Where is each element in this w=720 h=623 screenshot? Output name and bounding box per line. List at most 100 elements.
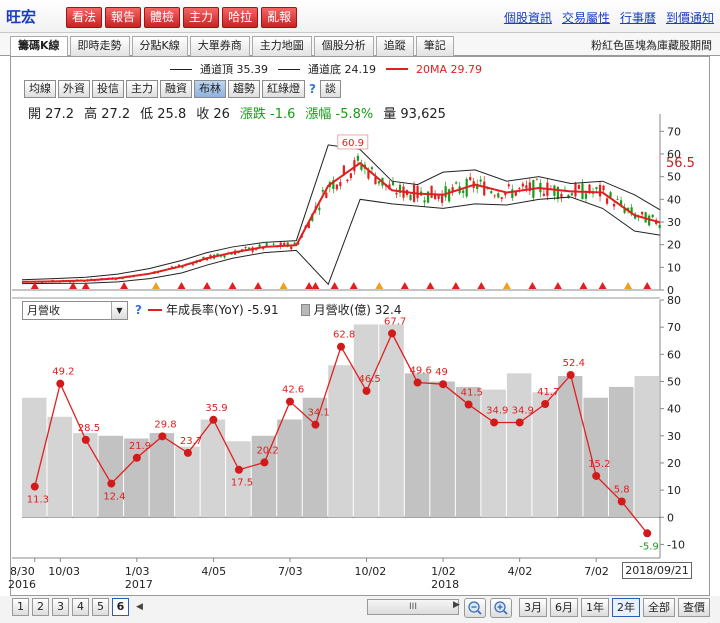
yoy-point — [541, 400, 550, 409]
signal-marker — [311, 282, 320, 289]
candle-body — [651, 214, 654, 218]
signal-marker — [624, 282, 633, 289]
signal-marker — [330, 282, 339, 289]
zoom-out-button[interactable] — [464, 598, 486, 618]
x-tick-label: 1/02 — [431, 565, 456, 578]
yoy-data-label: 28.5 — [78, 423, 100, 434]
candle-body — [293, 242, 296, 245]
candle-body — [518, 187, 521, 189]
lower-y-tick-label: 40 — [667, 403, 681, 416]
lower-legend: ? 年成長率(YoY) -5.91 月營收(億) 32.4 — [133, 301, 402, 318]
candle-body — [584, 193, 588, 199]
signal-marker — [203, 282, 212, 289]
upper-y-tick-label: 10 — [667, 261, 681, 274]
candle-body — [342, 165, 345, 175]
candle-body — [577, 185, 581, 189]
page-1-button[interactable]: 1 — [12, 598, 29, 616]
scroll-left-icon[interactable]: ◀ — [136, 602, 143, 612]
candle-body — [542, 193, 545, 196]
page-4-button[interactable]: 4 — [72, 598, 89, 616]
page-6-button[interactable]: 6 — [112, 598, 129, 616]
candle-body — [595, 187, 598, 189]
period-all-button[interactable]: 全部 — [643, 598, 675, 617]
period-6m-button[interactable]: 6月 — [550, 598, 578, 617]
page-3-button[interactable]: 3 — [52, 598, 69, 616]
candle-body — [423, 200, 426, 203]
bottom-bar: 1 2 3 4 5 6 ◀ III ▶ 3月 6月 1年 2年 全部 查價 — [0, 596, 720, 623]
candle-body — [455, 182, 458, 184]
x-tick-label: 7/03 — [278, 565, 303, 578]
candle-body — [272, 243, 275, 245]
yoy-point — [209, 415, 218, 424]
revenue-select[interactable]: 月營收 ▼ — [22, 301, 128, 320]
candle-body — [497, 193, 500, 198]
candle-body — [598, 184, 602, 197]
candle-body — [556, 186, 560, 199]
revenue-bar — [506, 373, 532, 518]
lower-y-tick-label: 30 — [667, 430, 681, 443]
revenue-bar — [557, 376, 583, 518]
candle-body — [318, 207, 321, 211]
lower-y-tick-label: 80 — [667, 294, 681, 307]
yoy-data-label: 20.2 — [256, 445, 278, 456]
upper-y-tick-label: 70 — [667, 125, 681, 138]
candle-body — [258, 244, 261, 247]
candle-body — [244, 247, 247, 248]
revenue-swatch — [300, 303, 310, 316]
signal-marker — [426, 282, 435, 289]
signal-marker — [528, 282, 537, 289]
period-2y-button[interactable]: 2年 — [612, 598, 640, 617]
candle-body — [507, 184, 510, 187]
upper-y-tick-label: 50 — [667, 171, 681, 184]
revenue-bar — [98, 435, 124, 518]
upper-y-tick-label: 30 — [667, 216, 681, 229]
yoy-point — [592, 471, 601, 480]
revenue-bar — [634, 376, 659, 518]
candle-body — [391, 182, 395, 186]
chevron-down-icon[interactable]: ▼ — [111, 302, 127, 319]
yoy-swatch — [147, 308, 162, 311]
candle-body — [493, 195, 496, 197]
yoy-data-label: 11.3 — [27, 495, 49, 506]
yoy-data-label: 67.7 — [384, 316, 406, 327]
signal-marker — [177, 282, 186, 289]
yoy-point — [362, 386, 371, 395]
revenue-bar — [73, 433, 98, 518]
x-tick-label: 10/02 — [355, 565, 387, 578]
candle-body — [321, 189, 324, 192]
revenue-select-value: 月營收 — [27, 304, 60, 317]
candle-body — [377, 181, 381, 184]
candle-body — [521, 183, 524, 187]
yoy-point — [107, 479, 116, 488]
candle-body — [574, 183, 577, 197]
yoy-point — [183, 448, 192, 457]
signal-marker — [553, 282, 562, 289]
horizontal-scrollbar[interactable]: III — [367, 599, 459, 615]
signal-marker — [400, 282, 409, 289]
peak-label: 60.9 — [342, 138, 364, 149]
signal-marker — [643, 282, 652, 289]
yoy-data-label: 62.8 — [333, 330, 355, 341]
lower-help-icon[interactable]: ? — [135, 303, 142, 317]
yoy-point — [464, 400, 473, 409]
period-1y-button[interactable]: 1年 — [581, 598, 609, 617]
chart-canvas: 01020304050607060.956.5-1001020304050607… — [8, 114, 695, 591]
period-3m-button[interactable]: 3月 — [519, 598, 547, 617]
signal-marker — [451, 282, 460, 289]
date-readout: 2018/09/21 — [622, 562, 692, 579]
candle-body — [570, 193, 574, 196]
candle-body — [430, 185, 433, 198]
candle-body — [416, 185, 419, 199]
candle-body — [469, 177, 472, 180]
page-2-button[interactable]: 2 — [32, 598, 49, 616]
signal-marker — [279, 282, 288, 289]
candle-body — [114, 279, 117, 281]
scroll-right-icon[interactable]: ▶ — [453, 600, 460, 610]
zoom-in-button[interactable] — [490, 598, 512, 618]
price-query-button[interactable]: 查價 — [678, 598, 710, 617]
upper-y-tick-label: 40 — [667, 193, 681, 206]
upper-band-line — [21, 144, 661, 281]
upper-y-tick-label: 20 — [667, 239, 681, 252]
yoy-data-label: -5.9 — [639, 541, 659, 552]
page-5-button[interactable]: 5 — [92, 598, 109, 616]
